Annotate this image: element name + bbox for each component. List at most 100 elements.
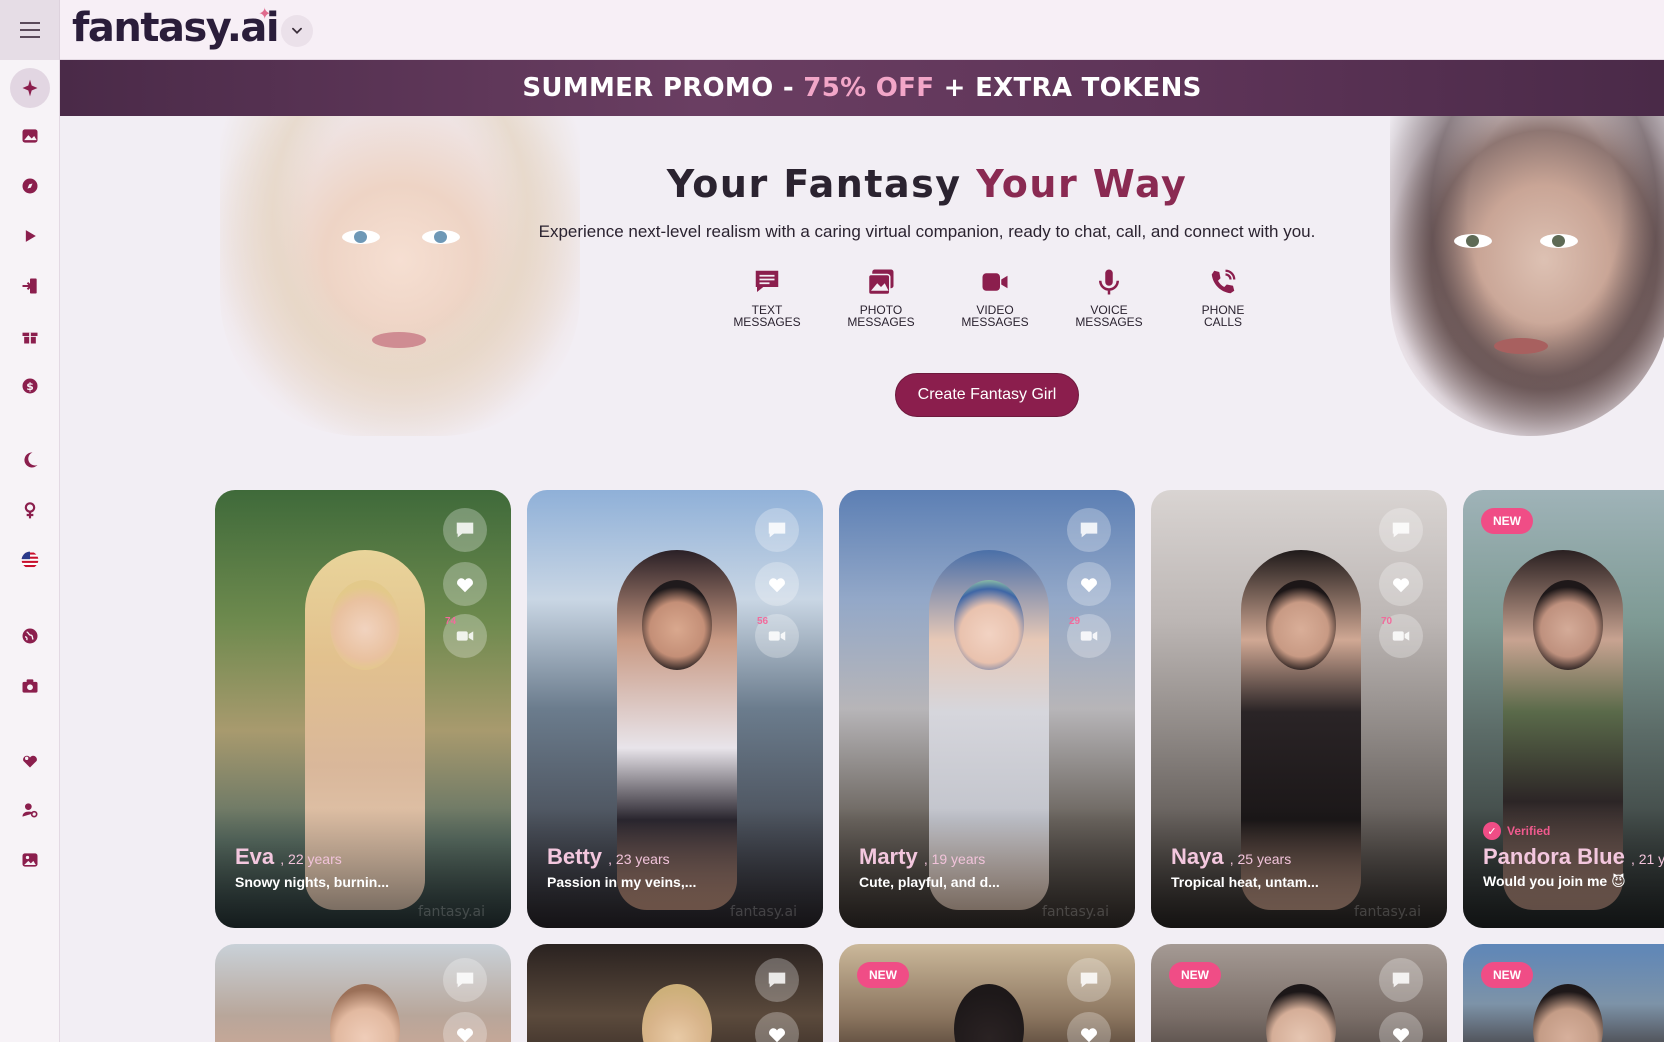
sidebar-item-language[interactable] (10, 540, 50, 580)
promo-text: SUMMER PROMO - 75% OFF + EXTRA TOKENS (522, 73, 1201, 103)
sidebar-item-dark-mode[interactable] (10, 440, 50, 480)
text-messages-icon (755, 270, 779, 292)
chat-button[interactable] (443, 508, 487, 552)
verified-label: Verified (1507, 824, 1551, 838)
svg-text:$: $ (26, 380, 34, 393)
chat-icon (1080, 522, 1098, 538)
video-count: 70 (1381, 616, 1393, 627)
character-age: , 25 years (1229, 851, 1292, 867)
video-button[interactable]: 74 (443, 614, 487, 658)
voice-messages-icon (1099, 269, 1119, 295)
character-card[interactable]: 56 Betty , 23 years Passion in my veins,… (527, 490, 823, 928)
hero-subtitle: Experience next-level realism with a car… (538, 222, 1316, 241)
character-card[interactable]: 74 Eva , 22 years Snowy nights, burnin..… (215, 490, 511, 928)
video-icon (768, 631, 786, 641)
login-icon (22, 278, 37, 294)
video-icon (456, 631, 474, 641)
chat-button[interactable] (755, 508, 799, 552)
sidebar-item-gender[interactable] (10, 490, 50, 530)
sidebar-item-videos[interactable] (10, 216, 50, 256)
character-card[interactable]: NEW (1151, 944, 1447, 1042)
sidebar-item-create[interactable] (10, 68, 50, 108)
camera-icon (22, 679, 38, 693)
sidebar-item-pricing[interactable]: $ (10, 366, 50, 406)
character-card[interactable] (215, 944, 511, 1042)
user-search-icon (22, 803, 38, 818)
chat-button[interactable] (443, 958, 487, 1002)
hero-section: Your Fantasy Your Way Experience next-le… (60, 116, 1664, 456)
sidebar-item-gifts[interactable] (10, 316, 50, 356)
promo-highlight: 75% OFF (803, 73, 935, 103)
favorite-button[interactable] (1067, 1012, 1111, 1042)
feature-text-messages: TEXT MESSAGES (710, 266, 824, 328)
logo[interactable]: fantasy.ai (72, 6, 280, 50)
sidebar-item-matches[interactable] (10, 740, 50, 780)
promo-banner[interactable]: SUMMER PROMO - 75% OFF + EXTRA TOKENS (60, 60, 1664, 116)
video-count: 56 (757, 616, 769, 627)
gallery-icon (22, 129, 38, 143)
character-card[interactable]: NEW ✓ Verified Pandora Blue , 21 y Would … (1463, 490, 1664, 928)
chat-icon (768, 972, 786, 988)
sidebar-item-search-user[interactable] (10, 790, 50, 830)
video-button[interactable]: 29 (1067, 614, 1111, 658)
card-watermark: fantasy.ai (1042, 904, 1109, 920)
heart-icon (457, 578, 473, 593)
heart-icon (1081, 578, 1097, 593)
video-button[interactable]: 56 (755, 614, 799, 658)
chat-icon (768, 522, 786, 538)
favorite-button[interactable] (1067, 562, 1111, 606)
chat-button[interactable] (755, 958, 799, 1002)
hero-title-accent: Your Way (976, 162, 1188, 206)
video-messages-icon (982, 273, 1008, 291)
card-watermark: fantasy.ai (1354, 904, 1421, 920)
chat-icon (1080, 972, 1098, 988)
feature-label-line2: MESSAGES (733, 315, 801, 329)
sidebar-item-community[interactable] (10, 616, 50, 656)
video-count: 29 (1069, 616, 1081, 627)
character-card[interactable]: 70 Naya , 25 years Tropical heat, untam.… (1151, 490, 1447, 928)
favorite-button[interactable] (1379, 562, 1423, 606)
character-name: Naya (1171, 844, 1224, 869)
sidebar-item-explore[interactable] (10, 166, 50, 206)
moon-icon (24, 452, 38, 468)
logo-dropdown-button[interactable] (281, 15, 313, 47)
favorite-button[interactable] (443, 1012, 487, 1042)
character-description: Snowy nights, burnin... (235, 874, 389, 890)
favorite-button[interactable] (1379, 1012, 1423, 1042)
play-icon (25, 230, 36, 242)
gift-icon (22, 332, 38, 344)
check-icon: ✓ (1483, 822, 1501, 840)
character-description: Would you join me 😈 (1483, 873, 1626, 889)
chat-button[interactable] (1379, 958, 1423, 1002)
chat-button[interactable] (1067, 958, 1111, 1002)
character-name: Eva (235, 844, 275, 869)
sidebar-item-photos[interactable] (10, 666, 50, 706)
character-age: , 22 years (280, 851, 342, 867)
video-button[interactable]: 70 (1379, 614, 1423, 658)
promo-suffix: + EXTRA TOKENS (934, 73, 1202, 103)
feature-photo-messages: PHOTO MESSAGES (824, 266, 938, 328)
favorite-button[interactable] (755, 562, 799, 606)
character-card[interactable] (527, 944, 823, 1042)
globe-icon (22, 628, 38, 644)
heart-icon (1393, 1028, 1409, 1042)
hero-title: Your Fantasy Your Way (60, 162, 1664, 206)
menu-toggle-button[interactable] (0, 0, 60, 60)
heart-icon (1081, 1028, 1097, 1042)
favorite-button[interactable] (443, 562, 487, 606)
sidebar-item-images[interactable] (10, 840, 50, 880)
character-card[interactable]: NEW (1463, 944, 1664, 1042)
create-fantasy-girl-button[interactable]: Create Fantasy Girl (895, 373, 1079, 417)
sidebar-item-login[interactable] (10, 266, 50, 306)
heart-icon (769, 578, 785, 593)
character-card[interactable]: NEW (839, 944, 1135, 1042)
chat-button[interactable] (1379, 508, 1423, 552)
sidebar-item-gallery[interactable] (10, 116, 50, 156)
chat-button[interactable] (1067, 508, 1111, 552)
character-card[interactable]: 29 Marty , 19 years Cute, playful, and d… (839, 490, 1135, 928)
video-icon (1080, 631, 1098, 641)
us-flag-icon (21, 551, 39, 569)
character-name: Pandora Blue (1483, 844, 1625, 869)
hero-title-main: Your Fantasy (666, 162, 977, 206)
favorite-button[interactable] (755, 1012, 799, 1042)
